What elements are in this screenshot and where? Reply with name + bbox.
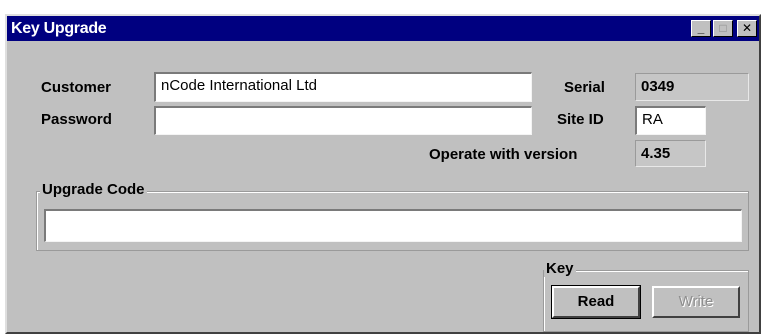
key-group-label: Key (544, 260, 576, 277)
upgrade-code-field[interactable] (44, 209, 742, 242)
title-bar[interactable]: Key Upgrade _ □ ✕ (7, 16, 759, 41)
serial-label: Serial (564, 79, 605, 96)
version-label: Operate with version (429, 146, 578, 163)
read-button[interactable]: Read (551, 285, 641, 319)
site-id-label: Site ID (557, 111, 604, 128)
maximize-icon[interactable]: □ (713, 20, 733, 37)
upgrade-code-label: Upgrade Code (40, 181, 147, 198)
window-title: Key Upgrade (11, 20, 107, 37)
site-id-field[interactable]: RA (635, 106, 706, 135)
customer-field[interactable]: nCode International Ltd (154, 72, 532, 102)
serial-value: 0349 (635, 73, 749, 101)
close-icon[interactable]: ✕ (737, 20, 757, 37)
write-button[interactable]: Write (652, 286, 740, 318)
customer-label: Customer (41, 79, 112, 96)
password-label: Password (41, 111, 112, 128)
minimize-icon[interactable]: _ (691, 20, 711, 37)
password-field[interactable] (154, 106, 532, 135)
version-value: 4.35 (635, 140, 706, 167)
key-upgrade-dialog: Key Upgrade _ □ ✕ Customer nCode Interna… (5, 14, 761, 334)
